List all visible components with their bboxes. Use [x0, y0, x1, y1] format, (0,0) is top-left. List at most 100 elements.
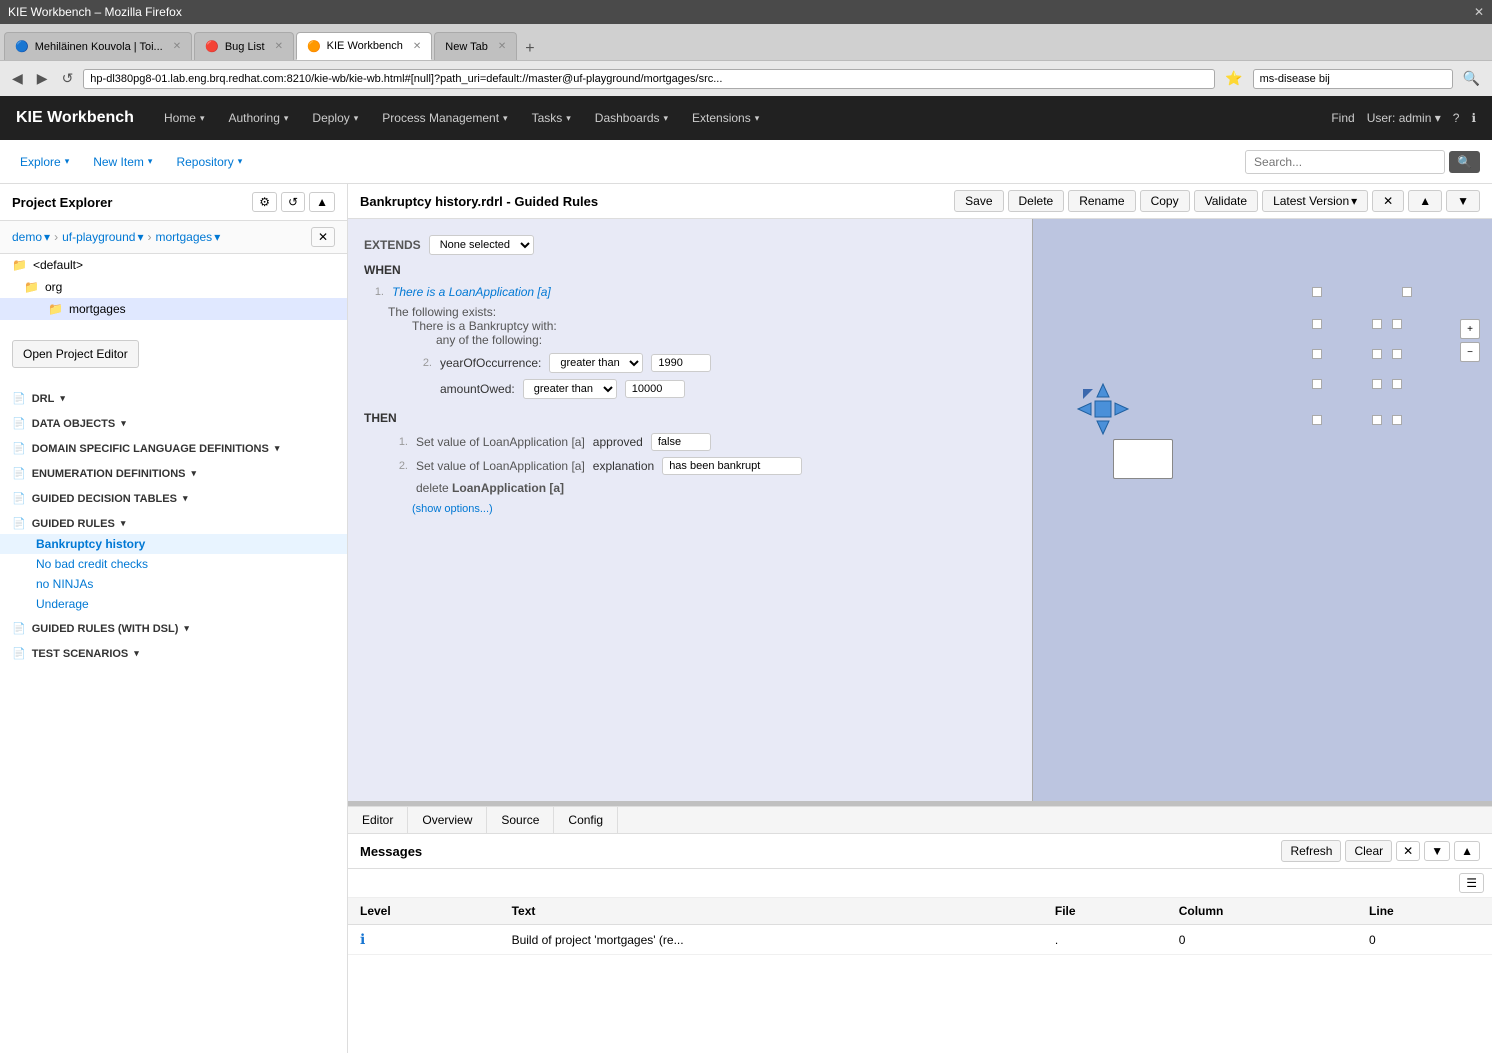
editor-minimize-button[interactable]: ▼ — [1446, 190, 1480, 212]
latest-version-button[interactable]: Latest Version ▾ — [1262, 190, 1368, 212]
nav-extensions[interactable]: Extensions ▾ — [682, 105, 769, 131]
nav-home[interactable]: Home ▾ — [154, 105, 215, 131]
refresh-button[interactable]: Refresh — [1281, 840, 1341, 862]
diagram-handle-14[interactable] — [1392, 415, 1402, 425]
sidebar-collapse-button[interactable]: ▲ — [309, 192, 335, 212]
sidebar-refresh-button[interactable]: ↺ — [281, 192, 305, 212]
back-button[interactable]: ◀ — [8, 68, 27, 89]
tab-source[interactable]: Source — [487, 807, 554, 833]
explore-button[interactable]: Explore ▾ — [12, 151, 77, 173]
diagram-zoom-in[interactable]: + — [1460, 319, 1480, 339]
diagram-handle-1[interactable] — [1312, 287, 1322, 297]
diagram-handle-9[interactable] — [1312, 379, 1322, 389]
section-data-objects[interactable]: 📄 DATA OBJECTS ▾ — [0, 409, 347, 434]
section-dsl[interactable]: 📄 DOMAIN SPECIFIC LANGUAGE DEFINITIONS ▾ — [0, 434, 347, 459]
browser-close-btn[interactable]: ✕ — [1474, 5, 1484, 19]
rule-value-amount[interactable] — [625, 380, 685, 398]
then-value-1[interactable] — [651, 433, 711, 451]
tree-link-no-ninjas[interactable]: no NINJAs — [0, 574, 347, 594]
tree-mortgages-folder[interactable]: 📁 mortgages — [0, 298, 347, 320]
nav-dashboards[interactable]: Dashboards ▾ — [585, 105, 678, 131]
clear-button[interactable]: Clear — [1345, 840, 1392, 862]
close-editor-button[interactable]: ✕ — [1372, 190, 1404, 212]
diagram-handle-10[interactable] — [1372, 379, 1382, 389]
bookmark-button[interactable]: ⭐ — [1221, 68, 1246, 89]
forward-button[interactable]: ▶ — [33, 68, 52, 89]
section-guided-rules[interactable]: 📄 GUIDED RULES ▾ — [0, 509, 347, 534]
tab-close-mehilainen[interactable]: ✕ — [173, 41, 181, 52]
repository-button[interactable]: Repository ▾ — [168, 151, 250, 173]
tab-buglist[interactable]: 🔴 Bug List ✕ — [194, 32, 294, 60]
tab-close-newtab[interactable]: ✕ — [498, 41, 506, 52]
diagram-handle-13[interactable] — [1372, 415, 1382, 425]
browser-search-button[interactable]: 🔍 — [1459, 68, 1484, 89]
nav-process-management[interactable]: Process Management ▾ — [372, 105, 517, 131]
url-input[interactable] — [83, 69, 1215, 89]
list-view-button[interactable]: ☰ — [1459, 873, 1484, 893]
tab-close-buglist[interactable]: ✕ — [275, 41, 283, 52]
diagram-handle-8[interactable] — [1392, 349, 1402, 359]
tab-editor[interactable]: Editor — [348, 807, 408, 833]
tab-kieworkbench[interactable]: 🟠 KIE Workbench ✕ — [296, 32, 432, 60]
nav-deploy[interactable]: Deploy ▾ — [302, 105, 368, 131]
save-button[interactable]: Save — [954, 190, 1003, 212]
tree-default-folder[interactable]: 📁 <default> — [0, 254, 347, 276]
user-menu[interactable]: User: admin ▾ — [1367, 111, 1441, 125]
info-button[interactable]: ℹ — [1471, 111, 1476, 125]
nav-authoring[interactable]: Authoring ▾ — [219, 105, 299, 131]
diagram-handle-2[interactable] — [1402, 287, 1412, 297]
browser-search-input[interactable] — [1253, 69, 1453, 89]
diagram-handle-6[interactable] — [1312, 349, 1322, 359]
messages-close-button[interactable]: ✕ — [1396, 841, 1420, 861]
tab-close-kie[interactable]: ✕ — [413, 41, 421, 52]
new-item-button[interactable]: New Item ▾ — [85, 151, 160, 173]
section-enum[interactable]: 📄 ENUMERATION DEFINITIONS ▾ — [0, 459, 347, 484]
section-test-scenarios[interactable]: 📄 TEST SCENARIOS ▾ — [0, 639, 347, 664]
tab-mehilainen[interactable]: 🔵 Mehiläinen Kouvola | Toi... ✕ — [4, 32, 192, 60]
editor-maximize-button[interactable]: ▲ — [1408, 190, 1442, 212]
tab-overview[interactable]: Overview — [408, 807, 487, 833]
rename-button[interactable]: Rename — [1068, 190, 1135, 212]
sidebar-settings-button[interactable]: ⚙ — [252, 192, 277, 212]
messages-up-button[interactable]: ▲ — [1454, 841, 1480, 861]
copy-button[interactable]: Copy — [1140, 190, 1190, 212]
delete-button[interactable]: Delete — [1008, 190, 1065, 212]
diagram-handle-3[interactable] — [1312, 319, 1322, 329]
open-project-editor-button[interactable]: Open Project Editor — [12, 340, 139, 368]
validate-button[interactable]: Validate — [1194, 190, 1258, 212]
messages-down-button[interactable]: ▼ — [1424, 841, 1450, 861]
diagram-handle-7[interactable] — [1372, 349, 1382, 359]
rule-operator-year[interactable]: greater than — [549, 353, 643, 373]
collapse-breadcrumb-button[interactable]: ✕ — [311, 227, 335, 247]
extends-select[interactable]: None selected — [429, 235, 534, 255]
search-input[interactable] — [1245, 150, 1445, 174]
breadcrumb-demo[interactable]: demo ▾ — [12, 230, 50, 244]
diagram-handle-11[interactable] — [1392, 379, 1402, 389]
diagram-handle-5[interactable] — [1392, 319, 1402, 329]
new-tab-button[interactable]: + — [519, 38, 540, 60]
nav-tasks[interactable]: Tasks ▾ — [522, 105, 581, 131]
breadcrumb-uf-playground[interactable]: uf-playground ▾ — [62, 230, 143, 244]
find-button[interactable]: Find — [1331, 111, 1354, 125]
rule-operator-amount[interactable]: greater than — [523, 379, 617, 399]
section-drl[interactable]: 📄 DRL ▾ — [0, 384, 347, 409]
help-button[interactable]: ? — [1453, 111, 1460, 125]
tree-org-folder[interactable]: 📁 org — [0, 276, 347, 298]
show-options-link[interactable]: (show options...) — [412, 503, 493, 515]
move-cursor[interactable] — [1073, 379, 1133, 442]
tree-link-no-bad-credit[interactable]: No bad credit checks — [0, 554, 347, 574]
diagram-handle-4[interactable] — [1372, 319, 1382, 329]
tree-link-bankruptcy-history[interactable]: Bankruptcy history — [0, 534, 347, 554]
diagram-handle-12[interactable] — [1312, 415, 1322, 425]
tree-link-underage[interactable]: Underage — [0, 594, 347, 614]
breadcrumb-mortgages[interactable]: mortgages ▾ — [155, 230, 220, 244]
rule-condition-1[interactable]: There is a LoanApplication [a] — [392, 285, 551, 299]
section-guided-rules-dsl[interactable]: 📄 GUIDED RULES (WITH DSL) ▾ — [0, 614, 347, 639]
tab-config[interactable]: Config — [554, 807, 618, 833]
diagram-zoom-out[interactable]: − — [1460, 342, 1480, 362]
section-guided-dt[interactable]: 📄 GUIDED DECISION TABLES ▾ — [0, 484, 347, 509]
search-button[interactable]: 🔍 — [1449, 151, 1480, 173]
rule-value-year[interactable] — [651, 354, 711, 372]
then-value-2[interactable] — [662, 457, 802, 475]
reload-button[interactable]: ↺ — [58, 68, 78, 89]
